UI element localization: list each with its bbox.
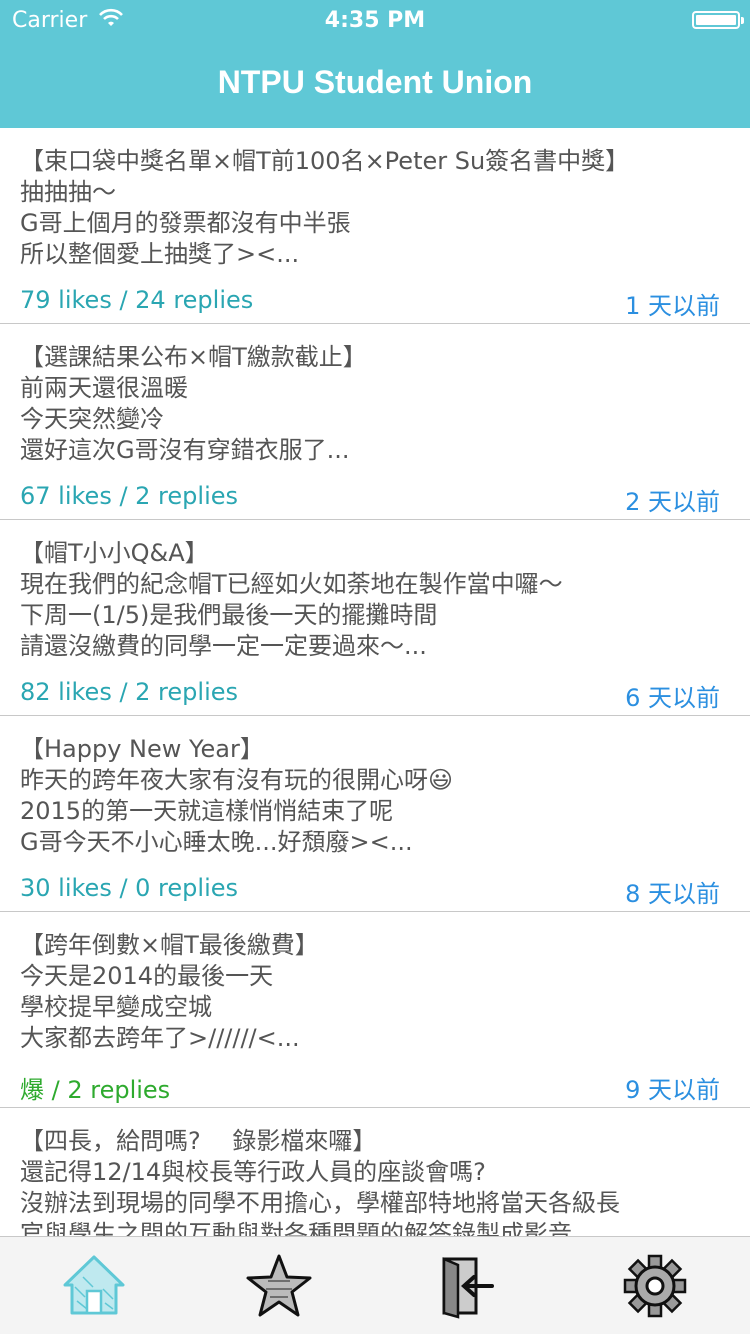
list-item[interactable]: 【束口袋中獎名單×帽T前100名×Peter Su簽名書中獎】 抽抽抽～ G哥上… [0,128,750,324]
post-body: 【跨年倒數×帽T最後繳費】 今天是2014的最後一天 學校提早變成空城 大家都去… [20,930,720,1054]
post-line: 沒辦法到現場的同學不用擔心，學權部特地將當天各級長 [20,1189,620,1217]
post-title: 【Happy New Year】 [20,735,264,763]
navigation-bar: Carrier 4:35 PM NTPU Student Union [0,0,750,128]
post-line: 抽抽抽～ [20,178,116,206]
post-title: 【帽T小小Q&A】 [20,539,209,567]
status-time: 4:35 PM [324,8,426,33]
page-title: NTPU Student Union [217,64,533,100]
post-body: 【選課結果公布×帽T繳款截止】 前兩天還很溫暖 今天突然變冷 還好這次G哥沒有穿… [20,342,720,466]
post-line: 前兩天還很溫暖 [20,374,188,402]
post-title: 【束口袋中獎名單×帽T前100名×Peter Su簽名書中獎】 [20,147,630,175]
post-title: 【四長，給問嗎? 錄影檔來囉】 [20,1127,377,1155]
gear-icon [623,1254,687,1318]
post-stats: 79 likes / 24 replies [20,286,254,314]
post-stats: 30 likes / 0 replies [20,874,239,902]
tab-favorites[interactable] [244,1251,314,1321]
post-line: 還好這次G哥沒有穿錯衣服了... [20,436,350,464]
star-icon [246,1254,312,1317]
status-bar: Carrier 4:35 PM [0,0,750,40]
post-line: 大家都去跨年了>//////<... [20,1024,300,1052]
tab-bar [0,1236,750,1334]
post-title: 【跨年倒數×帽T最後繳費】 [20,931,319,959]
post-body: 【帽T小小Q&A】 現在我們的紀念帽T已經如火如荼地在製作當中囉～ 下周一(1/… [20,538,720,662]
post-time: 2 天以前 [625,488,720,516]
list-item[interactable]: 【選課結果公布×帽T繳款截止】 前兩天還很溫暖 今天突然變冷 還好這次G哥沒有穿… [0,324,750,520]
list-item[interactable]: 【帽T小小Q&A】 現在我們的紀念帽T已經如火如荼地在製作當中囉～ 下周一(1/… [0,520,750,716]
post-stats: 67 likes / 2 replies [20,482,239,510]
post-line: 官與學生之間的互動與對各種問題的解答錄製成影音... [20,1220,595,1236]
tab-logout[interactable] [434,1251,504,1321]
post-line: 學校提早變成空城 [20,993,212,1021]
list-item[interactable]: 【跨年倒數×帽T最後繳費】 今天是2014的最後一天 學校提早變成空城 大家都去… [0,912,750,1108]
post-line: 下周一(1/5)是我們最後一天的擺攤時間 [20,601,438,629]
post-line: 今天突然變冷 [20,405,164,433]
logout-icon [442,1257,494,1319]
post-stats: 82 likes / 2 replies [20,678,239,706]
post-time: 1 天以前 [625,292,720,320]
battery-icon [692,11,744,29]
post-time: 6 天以前 [625,684,720,712]
post-body: 【束口袋中獎名單×帽T前100名×Peter Su簽名書中獎】 抽抽抽～ G哥上… [20,146,720,270]
tab-settings[interactable] [620,1251,690,1321]
post-line: 所以整個愛上抽獎了><... [20,240,300,268]
home-icon [63,1255,125,1315]
post-time: 8 天以前 [625,880,720,908]
post-body: 【四長，給問嗎? 錄影檔來囉】 還記得12/14與校長等行政人員的座談會嗎? 沒… [20,1126,720,1236]
tab-home[interactable] [59,1251,129,1321]
post-list[interactable]: 【束口袋中獎名單×帽T前100名×Peter Su簽名書中獎】 抽抽抽～ G哥上… [0,128,750,1236]
post-line: 還記得12/14與校長等行政人員的座談會嗎? [20,1158,486,1186]
post-body: 【Happy New Year】 昨天的跨年夜大家有沒有玩的很開心呀😃 2015… [20,734,720,858]
post-line: 2015的第一天就這樣悄悄結束了呢 [20,797,394,825]
post-line: G哥今天不小心睡太晚...好頹廢><... [20,828,413,856]
post-line: 昨天的跨年夜大家有沒有玩的很開心呀😃 [20,766,454,794]
post-line: G哥上個月的發票都沒有中半張 [20,209,351,237]
post-line: 請還沒繳費的同學一定一定要過來～... [20,632,427,660]
post-line: 現在我們的紀念帽T已經如火如荼地在製作當中囉～ [20,570,563,598]
post-time: 9 天以前 [625,1076,720,1104]
list-item[interactable]: 【Happy New Year】 昨天的跨年夜大家有沒有玩的很開心呀😃 2015… [0,716,750,912]
post-title: 【選課結果公布×帽T繳款截止】 [20,343,367,371]
post-stats: 爆 / 2 replies [20,1076,171,1104]
post-line: 今天是2014的最後一天 [20,962,274,990]
list-item[interactable]: 【四長，給問嗎? 錄影檔來囉】 還記得12/14與校長等行政人員的座談會嗎? 沒… [0,1108,750,1236]
